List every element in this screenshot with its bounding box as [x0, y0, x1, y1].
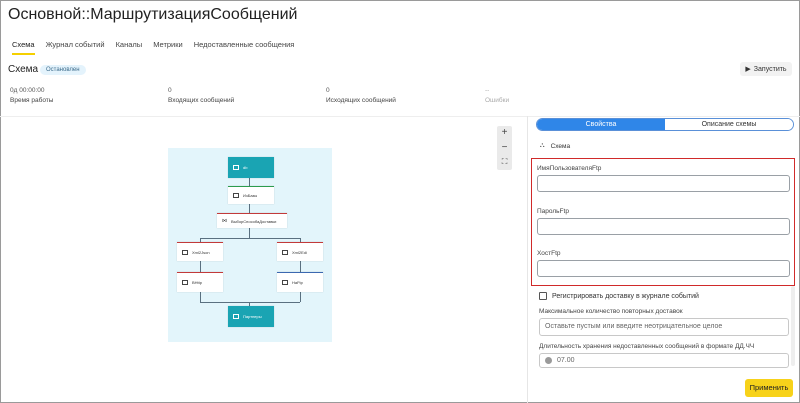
tab-channels[interactable]: Каналы	[116, 40, 143, 55]
section-title: Схема	[8, 64, 39, 75]
tab-metrics[interactable]: Метрики	[153, 40, 183, 55]
connector-line	[249, 178, 250, 186]
connector-line	[200, 238, 300, 239]
node-label: Xml2Json	[192, 249, 210, 255]
tab-bar: Схема Журнал событий Каналы Метрики Недо…	[12, 40, 305, 55]
branch-icon: ⋈	[222, 218, 227, 224]
schema-tree-item[interactable]: ⛬ Схема	[540, 142, 570, 150]
ftp-icon	[282, 280, 288, 285]
node-label: ВHttp	[192, 280, 203, 285]
ftp-host-input[interactable]	[537, 260, 790, 277]
node-xml2edi[interactable]: Xml2Edi	[277, 242, 323, 261]
tab-undelivered[interactable]: Недоставленные сообщения	[194, 40, 295, 55]
transform-icon	[182, 249, 188, 255]
node-izbazy[interactable]: ИзБазы	[228, 186, 274, 204]
start-button-label: Запустить	[753, 65, 787, 73]
schema-tree-label: Схема	[550, 142, 571, 150]
ftp-host-label: ХостFtp	[537, 250, 561, 257]
metric-errors: -- Ошибки	[485, 86, 509, 106]
storage-duration-input[interactable]: 07.00	[539, 353, 789, 368]
connector-line	[200, 292, 201, 302]
monitor-icon	[233, 314, 239, 319]
ftp-password-input[interactable]	[537, 218, 790, 235]
metric-outgoing-label: Исходящих сообщений	[326, 97, 396, 104]
schema-tree-icon: ⛬	[540, 142, 545, 149]
ftp-user-label: ИмяПользователяFtp	[537, 165, 602, 172]
metric-uptime: 0д 00:00:00 Время работы	[10, 86, 53, 106]
node-label: Xml2Edi	[292, 249, 307, 255]
metric-incoming-value: 0	[168, 87, 172, 94]
http-icon	[182, 280, 188, 285]
ftp-password-label: ПарольFtp	[537, 208, 569, 215]
panel-scrollbar[interactable]	[791, 286, 795, 366]
zoom-in-icon[interactable]: +	[497, 126, 512, 141]
start-button[interactable]: ▶ Запустить	[740, 62, 792, 76]
tab-properties[interactable]: Свойства	[537, 119, 665, 130]
node-label: db	[243, 165, 248, 170]
play-icon: ▶	[745, 66, 751, 73]
clock-icon	[545, 356, 552, 364]
transform-icon	[282, 249, 288, 255]
ftp-user-input[interactable]	[537, 175, 790, 192]
metric-uptime-label: Время работы	[10, 97, 54, 104]
metric-outgoing-value: 0	[326, 87, 330, 94]
connector-line	[300, 292, 301, 302]
tab-schema-description[interactable]: Описание схемы	[665, 119, 793, 130]
metric-incoming: 0 Входящих сообщений	[168, 86, 234, 106]
connector-line	[249, 204, 250, 213]
fit-screen-icon[interactable]: ⛶	[497, 155, 512, 170]
metric-uptime-value: 0д 00:00:00	[10, 87, 45, 94]
metric-errors-label: Ошибки	[485, 97, 510, 104]
zoom-controls: + − ⛶	[497, 126, 512, 170]
monitor-icon	[233, 165, 239, 170]
node-partners[interactable]: Партнеры	[228, 306, 274, 327]
node-label: ИзБазы	[243, 193, 258, 198]
retries-input[interactable]: Оставьте пустым или введите неотрицатель…	[539, 318, 789, 336]
tab-schema[interactable]: Схема	[12, 40, 35, 55]
node-naftp[interactable]: НаFtp	[277, 272, 323, 292]
connector-line	[300, 261, 301, 272]
register-delivery-row: Регистрировать доставку в журнале событи…	[539, 292, 699, 300]
tab-event-log[interactable]: Журнал событий	[46, 40, 105, 55]
connector-line	[200, 302, 300, 303]
zoom-out-icon[interactable]: −	[497, 141, 512, 156]
metric-incoming-label: Входящих сообщений	[168, 97, 235, 104]
page-title: Основной::МаршрутизацияСообщений	[8, 6, 298, 23]
register-delivery-label: Регистрировать доставку в журнале событи…	[552, 292, 699, 300]
panel-tabs: Свойства Описание схемы	[536, 118, 794, 131]
node-choose-delivery[interactable]: ⋈ ВыборСпособаДоставки	[217, 213, 287, 228]
node-label: НаFtp	[292, 280, 303, 285]
storage-duration-label: Длительность хранения недоставленных соо…	[539, 343, 755, 350]
node-xml2json[interactable]: Xml2Json	[177, 242, 223, 261]
node-label: ВыборСпособаДоставки	[231, 218, 277, 224]
schema-diagram: db ИзБазы ⋈ ВыборСпособаДоставки Xml2Jso…	[168, 148, 332, 342]
status-badge: Остановлен	[40, 65, 86, 75]
connector-line	[200, 261, 201, 272]
retries-label: Максимальное количество повторных достав…	[539, 308, 683, 315]
storage-duration-value: 07.00	[557, 357, 575, 364]
register-delivery-checkbox[interactable]	[539, 292, 547, 300]
connector-line	[249, 228, 250, 238]
node-label: Партнеры	[243, 314, 262, 319]
node-vhttp[interactable]: ВHttp	[177, 272, 223, 292]
apply-button[interactable]: Применить	[745, 379, 793, 397]
gear-icon	[233, 193, 239, 198]
metric-outgoing: 0 Исходящих сообщений	[326, 86, 396, 106]
node-db[interactable]: db	[228, 157, 274, 178]
metric-errors-value: --	[485, 87, 490, 94]
